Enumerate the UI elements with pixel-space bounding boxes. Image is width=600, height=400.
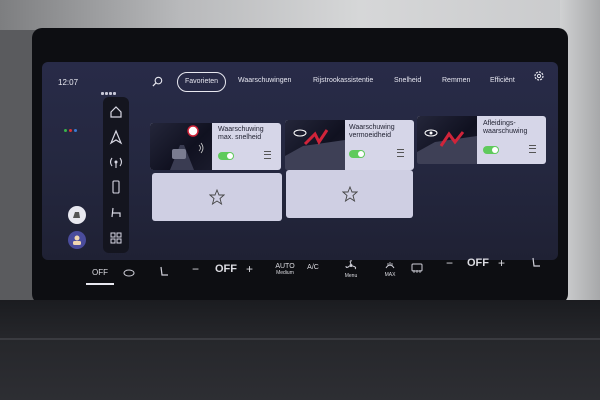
auto-button[interactable]: AUTO Medium — [272, 263, 298, 276]
right-temp-display: OFF — [467, 257, 489, 269]
card-title-line: Waarschuwing — [218, 126, 264, 133]
user-avatar-icon[interactable] — [68, 231, 86, 249]
empty-favorite-slot[interactable] — [152, 173, 282, 221]
star-icon — [342, 186, 358, 202]
active-indicator — [86, 283, 114, 285]
apps-grid-icon[interactable] — [107, 229, 125, 247]
tab-snelheid[interactable]: Snelheid — [394, 72, 421, 90]
empty-favorite-slot[interactable] — [286, 170, 413, 218]
card-speed-warning[interactable]: Waarschuwing max. snelheid — [150, 123, 281, 170]
card-title-line: Waarschuwing — [349, 124, 395, 131]
seat-icon[interactable] — [107, 203, 125, 221]
phone-icon[interactable] — [107, 178, 125, 196]
ac-button[interactable]: A/C — [302, 264, 324, 271]
settings-gear-icon[interactable] — [533, 70, 545, 82]
tab-rijstrookassistentie[interactable]: Rijstrookassistentie — [313, 72, 373, 90]
card-title-line: Afleidings- — [483, 120, 516, 127]
distraction-warning-toggle[interactable] — [483, 146, 499, 154]
climate-menu-button[interactable]: Menu — [340, 260, 362, 279]
tab-efficient[interactable]: Efficiënt — [490, 72, 522, 90]
sidebar-rail — [103, 97, 129, 253]
left-fan-off[interactable]: OFF — [88, 268, 112, 277]
card-fatigue-warning[interactable]: Waarschuwing vermoeidheid — [285, 120, 414, 170]
home-icon[interactable] — [107, 103, 125, 121]
card-title: Waarschuwing max. snelheid — [218, 126, 264, 142]
search-icon[interactable] — [152, 76, 163, 87]
speed-warning-illustration — [150, 123, 212, 170]
fan-icon — [345, 260, 357, 270]
card-title-line: max. snelheid — [218, 134, 262, 141]
status-dots-icon — [64, 119, 79, 137]
radio-icon[interactable] — [107, 153, 125, 171]
seat-profile-icon[interactable] — [68, 206, 86, 224]
temp-plus-right[interactable]: + — [498, 256, 505, 270]
seat-heating-icon[interactable] — [158, 265, 170, 279]
right-seat-heating-icon[interactable] — [530, 256, 542, 270]
defrost-icon — [385, 262, 395, 269]
dashboard-trim — [0, 338, 600, 340]
fatigue-warning-toggle[interactable] — [349, 150, 365, 158]
dashboard-panel — [0, 300, 600, 400]
temp-plus-left[interactable]: + — [246, 262, 253, 276]
star-icon — [209, 189, 225, 205]
tab-remmen[interactable]: Remmen — [442, 72, 470, 90]
card-title-line: waarschuwing — [483, 128, 528, 135]
menu-icon[interactable] — [264, 151, 271, 159]
distraction-warning-illustration — [417, 116, 477, 164]
clock: 12:07 — [58, 78, 79, 87]
card-distraction-warning[interactable]: Afleidings- waarschuwing — [417, 116, 546, 164]
tab-waarschuwingen[interactable]: Waarschuwingen — [238, 72, 291, 90]
background-wall — [0, 0, 600, 30]
auto-sub-label: Medium — [276, 270, 294, 276]
menu-icon[interactable] — [529, 145, 536, 153]
menu-icon[interactable] — [397, 149, 404, 157]
auto-label: AUTO — [275, 263, 295, 270]
max-label: MAX — [384, 272, 396, 278]
navigation-icon[interactable] — [107, 128, 125, 146]
menu-label: Menu — [344, 273, 358, 279]
card-title: Waarschuwing vermoeidheid — [349, 124, 395, 140]
tab-favorieten[interactable]: Favorieten — [177, 72, 227, 92]
card-title: Afleidings- waarschuwing — [483, 120, 527, 136]
rear-defrost-icon[interactable] — [410, 262, 424, 274]
speed-warning-toggle[interactable] — [218, 152, 234, 160]
recirculation-icon[interactable] — [122, 268, 136, 278]
fatigue-warning-illustration — [285, 120, 345, 170]
left-temp-display: OFF — [215, 263, 237, 275]
temp-minus-right[interactable]: − — [446, 256, 453, 270]
max-defrost-button[interactable]: MAX — [380, 260, 400, 278]
card-title-line: vermoeidheid — [349, 132, 392, 139]
temp-minus-left[interactable]: − — [192, 262, 199, 276]
